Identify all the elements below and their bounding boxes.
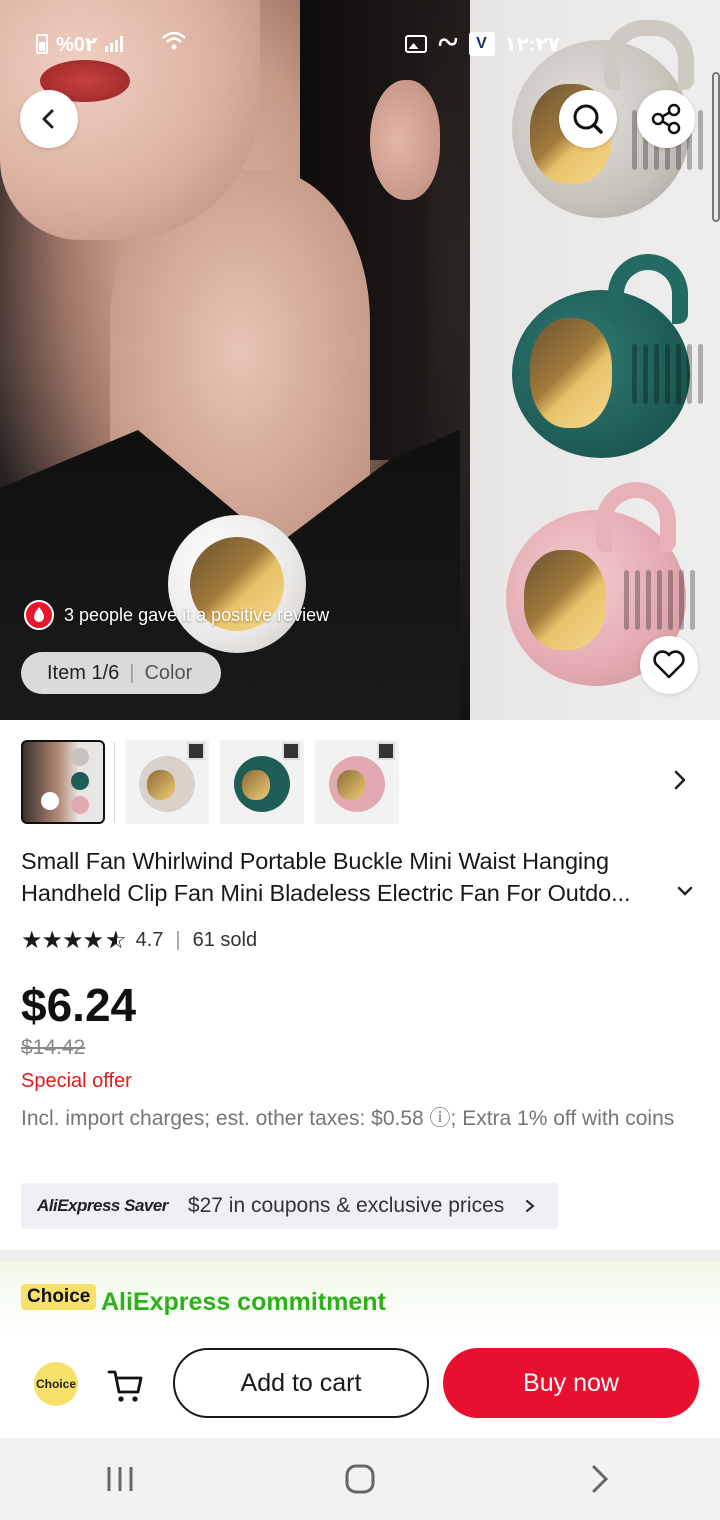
buy-now-button[interactable]: Buy now <box>443 1348 699 1418</box>
product-title[interactable]: Small Fan Whirlwind Portable Buckle Mini… <box>21 845 701 909</box>
item-counter-pill[interactable]: Item 1/6 | Color <box>21 652 221 694</box>
section-divider <box>0 1250 720 1262</box>
recent-apps-button[interactable] <box>80 1449 160 1509</box>
choice-store-button[interactable]: Choice <box>34 1362 78 1406</box>
bottom-action-bar: Choice Add to cart Buy now <box>0 1338 720 1438</box>
search-icon <box>573 104 603 134</box>
saver-text: $27 in coupons & exclusive prices <box>187 1194 505 1217</box>
status-bar: %0٢ V ١٢:٢٧ <box>36 28 560 60</box>
fan-green-image <box>512 254 703 458</box>
saver-logo: AliExpress Saver <box>37 1196 168 1215</box>
wishlist-button[interactable] <box>640 636 698 694</box>
thumbnails-next-button[interactable] <box>660 760 700 800</box>
back-nav-button[interactable] <box>560 1449 640 1509</box>
chevron-left-icon <box>42 109 54 129</box>
product-image-gallery[interactable]: %0٢ V ١٢:٢٧ 3 people gave it a positive … <box>0 0 720 720</box>
heart-icon <box>653 650 685 679</box>
rating-divider: | <box>175 929 181 951</box>
special-offer-label: Special offer <box>21 1070 132 1092</box>
signal-icon <box>105 36 124 52</box>
saver-banner[interactable]: AliExpress Saver $27 in coupons & exclus… <box>21 1183 558 1229</box>
home-icon <box>345 1464 375 1494</box>
share-icon <box>651 103 681 135</box>
rating-value: 4.7 <box>135 929 164 951</box>
search-button[interactable] <box>559 90 617 148</box>
thumbnail-1[interactable] <box>21 740 105 824</box>
vpn-icon: V <box>468 32 495 56</box>
taxes-note[interactable]: Incl. import charges; est. other taxes: … <box>21 1104 701 1134</box>
chevron-right-icon <box>674 770 686 790</box>
scroll-indicator <box>712 72 720 222</box>
item-counter: Item 1/6 <box>47 661 120 684</box>
review-text: 3 people gave it a positive review <box>64 604 330 625</box>
system-nav-bar <box>0 1438 720 1520</box>
thumbnail-2[interactable] <box>125 740 209 824</box>
chevron-right-icon <box>592 1465 609 1493</box>
battery-text: %0٢ <box>56 33 98 56</box>
share-button[interactable] <box>637 90 695 148</box>
thumbnail-divider <box>114 742 115 822</box>
fan-white-image <box>168 515 306 653</box>
commitment-section[interactable]: Choice AliExpress commitment <box>0 1262 720 1338</box>
expand-title-icon[interactable] <box>676 884 694 898</box>
color-tab[interactable]: Color <box>144 662 192 685</box>
add-to-cart-button[interactable]: Add to cart <box>173 1348 429 1418</box>
cart-icon[interactable] <box>106 1366 146 1406</box>
link-icon <box>437 33 459 56</box>
choice-badge: Choice <box>21 1284 97 1310</box>
current-price: $6.24 <box>21 979 137 1031</box>
home-button[interactable] <box>320 1449 400 1509</box>
original-price: $14.42 <box>21 1036 86 1059</box>
flame-icon <box>24 600 54 630</box>
chevron-right-icon <box>526 1199 535 1213</box>
commitment-title: AliExpress commitment <box>101 1288 386 1316</box>
back-button[interactable] <box>20 90 78 148</box>
clock: ١٢:٢٧ <box>504 33 561 56</box>
sold-count: 61 sold <box>192 929 258 951</box>
gallery-notification-icon <box>404 35 427 53</box>
thumbnail-3[interactable] <box>220 740 304 824</box>
star-rating-icon: ★★★★ ☆ ★ <box>21 927 127 954</box>
thumbnail-4[interactable] <box>315 740 399 824</box>
thumbnail-strip <box>21 740 720 824</box>
positive-review-chip: 3 people gave it a positive review <box>24 600 329 630</box>
pill-divider: | <box>129 661 135 684</box>
battery-icon <box>36 34 48 54</box>
wifi-icon <box>161 30 187 58</box>
rating-row[interactable]: ★★★★ ☆ ★ 4.7 | 61 sold <box>21 926 257 955</box>
recent-apps-icon <box>107 1467 133 1491</box>
